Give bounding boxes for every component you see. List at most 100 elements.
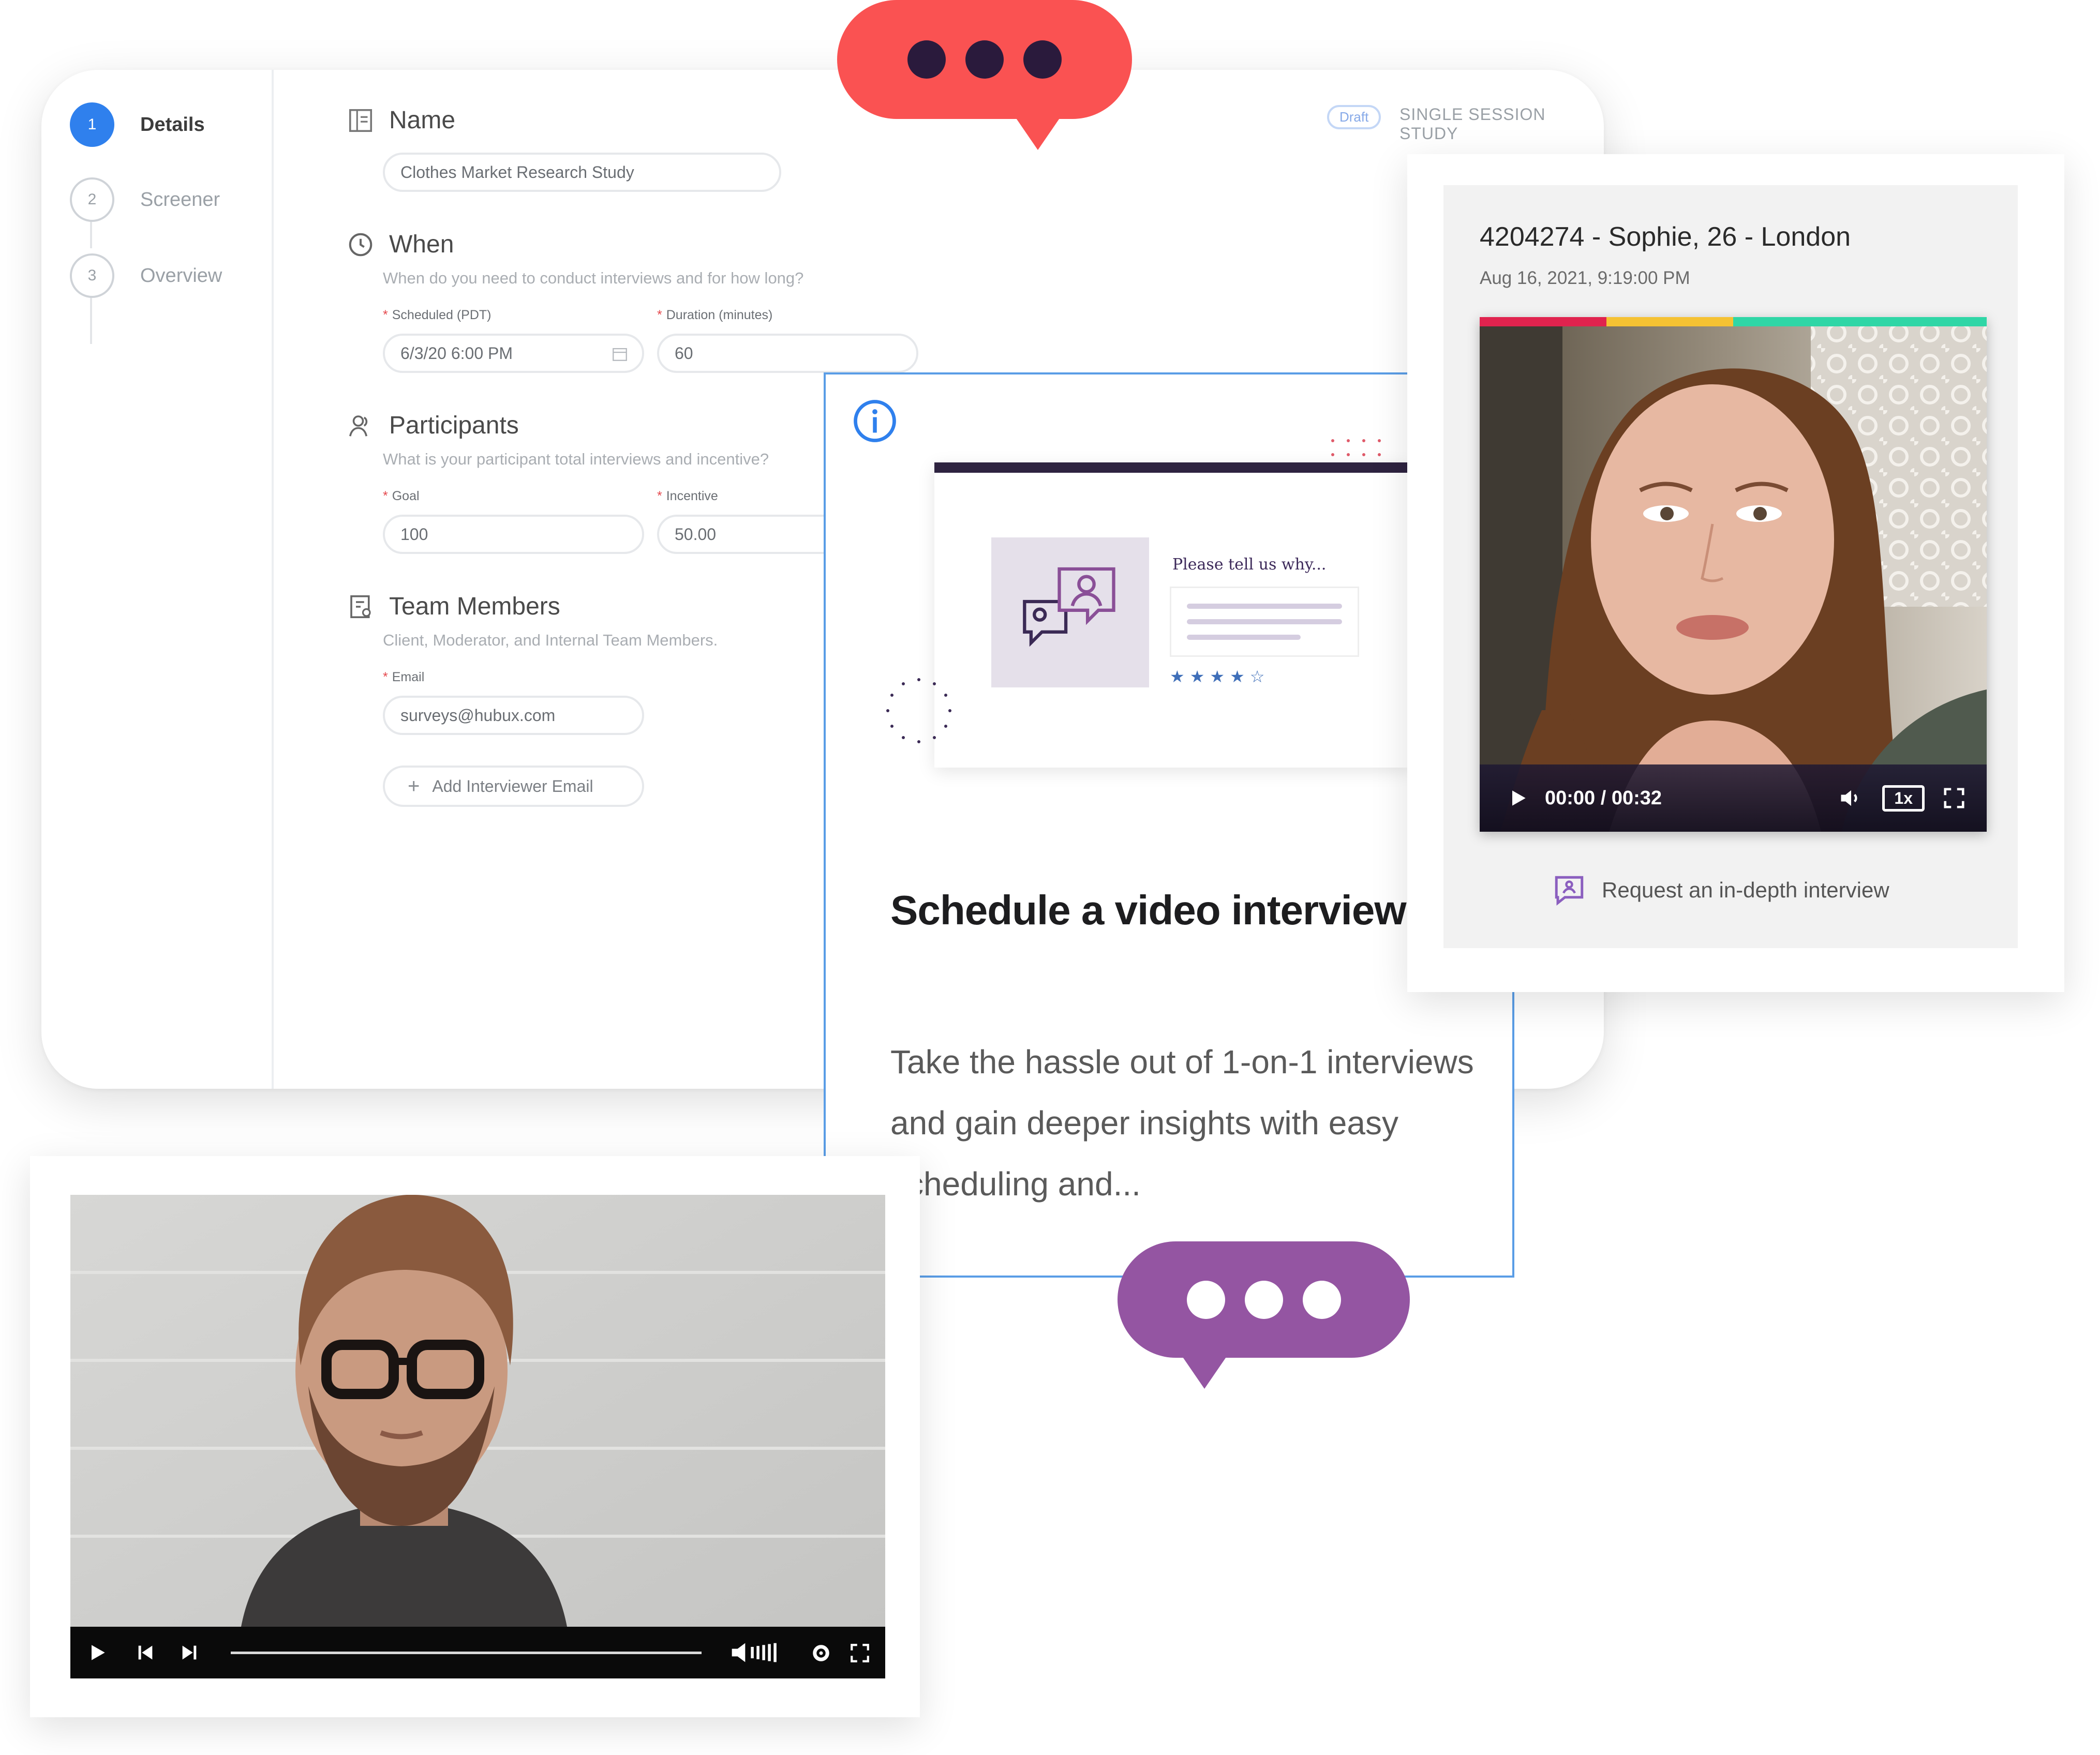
skip-forward-icon[interactable]	[179, 1642, 200, 1663]
play-icon[interactable]	[86, 1641, 109, 1664]
scheduled-label: * Scheduled (PDT)	[383, 308, 492, 322]
chat-bubble-purple	[1118, 1241, 1410, 1391]
input-value: 60	[675, 343, 693, 363]
step-details[interactable]: 1 Details	[70, 102, 205, 147]
input-value: surveys@hubux.com	[400, 706, 556, 725]
request-interview-link[interactable]: Request an in-depth interview	[1552, 873, 1889, 907]
step-label: Details	[140, 113, 205, 136]
stepper: 1 Details 2 Screener 3 Overview	[41, 70, 274, 1089]
input-value: 50.00	[675, 524, 717, 544]
settings-icon[interactable]	[810, 1642, 832, 1664]
section-title-text: Team Members	[389, 593, 560, 620]
section-title-text: When	[389, 231, 454, 258]
color-stripes	[1480, 317, 1987, 326]
mock-line	[1187, 604, 1342, 609]
participants-section-title: Participants	[347, 411, 519, 440]
speed-button[interactable]: 1x	[1882, 785, 1925, 812]
people-icon	[349, 415, 368, 437]
mock-line	[1187, 619, 1342, 624]
scheduled-input[interactable]: 6/3/20 6:00 PM	[383, 334, 644, 373]
step-label: Overview	[140, 264, 222, 287]
mock-star-rating: ★★★★☆	[1170, 667, 1270, 686]
step-number: 2	[70, 177, 114, 222]
skip-back-icon[interactable]	[135, 1642, 156, 1663]
step-number: 3	[70, 253, 114, 298]
add-interviewer-button[interactable]: + Add Interviewer Email	[383, 766, 644, 807]
goal-input[interactable]: 100	[383, 515, 644, 554]
video-controls: 00:00 / 00:32 1x	[1480, 764, 1987, 832]
goal-label: * Goal	[383, 489, 420, 503]
button-label: Add Interviewer Email	[432, 776, 593, 796]
participant-name: 4204274 - Sophie, 26 - London	[1480, 222, 1851, 252]
team-section-title: Team Members	[347, 592, 560, 621]
volume-icon[interactable]	[725, 1641, 792, 1664]
section-title-text: Name	[389, 107, 456, 134]
incentive-label: * Incentive	[657, 489, 718, 503]
mock-answer-box	[1170, 587, 1359, 657]
dot	[1186, 1280, 1225, 1319]
participant-video-frame	[1480, 317, 1987, 832]
fullscreen-icon[interactable]	[1942, 786, 1966, 810]
team-hint: Client, Moderator, and Internal Team Mem…	[383, 631, 718, 649]
mock-title-bar	[934, 462, 1410, 473]
video-player-card	[30, 1156, 920, 1717]
step-screener[interactable]: 2 Screener	[70, 177, 220, 222]
chat-people-icon	[1023, 567, 1115, 647]
interview-video-frame	[70, 1195, 885, 1678]
volume-icon[interactable]	[1838, 785, 1865, 812]
interview-video[interactable]	[70, 1195, 885, 1678]
email-label: * Email	[383, 670, 425, 684]
info-icon	[854, 400, 896, 442]
input-value: Clothes Market Research Study	[400, 162, 634, 182]
chat-bubble-red	[837, 0, 1132, 150]
status-badge: Draft	[1327, 105, 1381, 129]
step-label: Screener	[140, 188, 220, 211]
bubble-body	[837, 0, 1132, 119]
bubble-tail	[1013, 114, 1063, 150]
mock-survey-window: Please tell us why... ★★★★☆	[934, 462, 1410, 768]
info-card-description: Take the hassle out of 1-on-1 interviews…	[890, 1043, 1474, 1203]
participant-panel: 4204274 - Sophie, 26 - London Aug 16, 20…	[1443, 185, 2018, 948]
study-name-input[interactable]: Clothes Market Research Study	[383, 153, 781, 192]
decorative-dots	[1331, 439, 1381, 456]
participant-video[interactable]: 00:00 / 00:32 1x	[1480, 317, 1987, 832]
play-icon[interactable]	[1507, 787, 1529, 809]
dot	[1302, 1280, 1341, 1319]
document-icon	[349, 109, 373, 132]
chat-icon	[1555, 876, 1584, 906]
bubble-body	[1118, 1241, 1410, 1358]
duration-input[interactable]: 60	[657, 334, 918, 373]
clipboard-icon	[350, 595, 371, 618]
study-type-label: SINGLE SESSION STUDY	[1399, 105, 1546, 143]
when-section-title: When	[347, 230, 454, 259]
clock-icon	[349, 233, 373, 256]
when-hint: When do you need to conduct interviews a…	[383, 269, 804, 287]
calendar-icon[interactable]	[611, 345, 629, 363]
video-controls	[70, 1627, 885, 1678]
input-value: 6/3/20 6:00 PM	[400, 343, 513, 363]
request-label: Request an in-depth interview	[1602, 878, 1889, 902]
dot	[1023, 40, 1062, 79]
dot	[965, 40, 1004, 79]
video-time: 00:00 / 00:32	[1545, 787, 1662, 809]
step-overview[interactable]: 3 Overview	[70, 253, 222, 298]
participant-date: Aug 16, 2021, 9:19:00 PM	[1480, 268, 1690, 288]
mock-prompt-text: Please tell us why...	[1172, 556, 1327, 574]
email-input[interactable]: surveys@hubux.com	[383, 696, 644, 735]
plus-icon: +	[408, 774, 420, 798]
dot	[907, 40, 946, 79]
section-title-text: Participants	[389, 412, 519, 439]
participant-card: 4204274 - Sophie, 26 - London Aug 16, 20…	[1407, 154, 2064, 992]
dot	[1244, 1280, 1283, 1319]
progress-bar[interactable]	[231, 1652, 702, 1654]
duration-label: * Duration (minutes)	[657, 308, 773, 322]
participants-hint: What is your participant total interview…	[383, 450, 769, 468]
input-value: 100	[400, 524, 428, 544]
mock-line	[1187, 635, 1301, 640]
decorative-dot-ring	[886, 678, 951, 743]
info-card-title: Schedule a video interview	[890, 887, 1407, 933]
fullscreen-icon[interactable]	[849, 1642, 871, 1664]
mock-chat-tile	[991, 537, 1149, 687]
step-number: 1	[70, 102, 114, 147]
bubble-tail	[1180, 1353, 1229, 1389]
